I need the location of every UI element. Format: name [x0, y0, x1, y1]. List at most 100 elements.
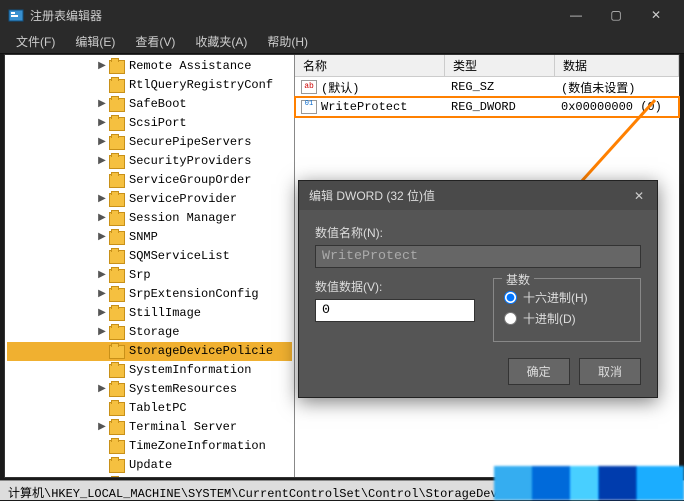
menu-view[interactable]: 查看(V)	[125, 30, 185, 53]
folder-icon	[109, 155, 125, 169]
tree-item[interactable]: ▶ SNMP	[7, 228, 292, 247]
expand-icon[interactable]: ▶	[95, 190, 109, 209]
expand-icon[interactable]: ▶	[95, 209, 109, 228]
value-name-label: 数值名称(N):	[315, 224, 641, 241]
tree-item-label: usbflags	[129, 475, 187, 477]
tree-item[interactable]: TabletPC	[7, 399, 292, 418]
tree-item[interactable]: ▶ Srp	[7, 266, 292, 285]
radix-dec-option[interactable]: 十进制(D)	[504, 310, 630, 327]
folder-icon	[109, 307, 125, 321]
tree-item-label: SecurePipeServers	[129, 133, 251, 152]
tree-item-label: ServiceProvider	[129, 190, 237, 209]
expand-icon[interactable]: ▶	[95, 114, 109, 133]
folder-icon	[109, 136, 125, 150]
maximize-button[interactable]: ▢	[596, 0, 636, 30]
expand-icon[interactable]: ▶	[95, 323, 109, 342]
tree-item[interactable]: ▶ ServiceProvider	[7, 190, 292, 209]
tree-item[interactable]: ▶ SecurePipeServers	[7, 133, 292, 152]
value-type-icon: ab	[301, 80, 317, 94]
tree-item[interactable]: TimeZoneInformation	[7, 437, 292, 456]
expand-icon[interactable]: ▶	[95, 266, 109, 285]
value-data-field[interactable]	[315, 299, 475, 322]
menu-favorites[interactable]: 收藏夹(A)	[185, 30, 257, 53]
tree-item-label: SafeBoot	[129, 95, 187, 114]
minimize-button[interactable]: —	[556, 0, 596, 30]
tree-item-label: Remote Assistance	[129, 57, 251, 76]
tree-item[interactable]: ▶ usbflags	[7, 475, 292, 477]
tree-item[interactable]: SQMServiceList	[7, 247, 292, 266]
app-icon	[8, 7, 24, 23]
tree-item[interactable]: ▶ScsiPort	[7, 114, 292, 133]
tree-pane: ▶Remote AssistanceRtlQueryRegistryConf▶S…	[5, 55, 295, 477]
expand-icon[interactable]: ▶	[95, 228, 109, 247]
tree-item-label: TimeZoneInformation	[129, 437, 266, 456]
expand-icon[interactable]: ▶	[95, 152, 109, 171]
tree-item-label: SNMP	[129, 228, 158, 247]
menu-help[interactable]: 帮助(H)	[257, 30, 318, 53]
cancel-button[interactable]: 取消	[579, 358, 641, 385]
menu-edit[interactable]: 编辑(E)	[65, 30, 125, 53]
tree-item[interactable]: ServiceGroupOrder	[7, 171, 292, 190]
list-row[interactable]: 01WriteProtectREG_DWORD0x00000000 (0)	[295, 97, 679, 117]
tree-item-label: Update	[129, 456, 172, 475]
col-header-data[interactable]: 数据	[555, 55, 679, 76]
window-title: 注册表编辑器	[30, 7, 556, 24]
ok-button[interactable]: 确定	[508, 358, 570, 385]
value-data: 0x00000000 (0)	[555, 99, 679, 115]
expand-icon[interactable]: ▶	[95, 475, 109, 477]
col-header-type[interactable]: 类型	[445, 55, 555, 76]
tree-item-label: ServiceGroupOrder	[129, 171, 251, 190]
tree-item[interactable]: ▶ SrpExtensionConfig	[7, 285, 292, 304]
folder-icon	[109, 98, 125, 112]
tree-item[interactable]: ▶ SafeBoot	[7, 95, 292, 114]
tree-item-label: SystemResources	[129, 380, 237, 399]
expand-icon[interactable]: ▶	[95, 285, 109, 304]
tree-item[interactable]: Update	[7, 456, 292, 475]
folder-icon	[109, 402, 125, 416]
tree-item[interactable]: ▶Session Manager	[7, 209, 292, 228]
folder-icon	[109, 345, 125, 359]
tree-item[interactable]: ▶Storage	[7, 323, 292, 342]
radix-hex-radio[interactable]	[504, 291, 517, 304]
menu-file[interactable]: 文件(F)	[6, 30, 65, 53]
value-name: (默认)	[321, 79, 359, 96]
radix-hex-option[interactable]: 十六进制(H)	[504, 289, 630, 306]
folder-icon	[109, 326, 125, 340]
tree-item-label: Srp	[129, 266, 151, 285]
menubar: 文件(F) 编辑(E) 查看(V) 收藏夹(A) 帮助(H)	[0, 30, 684, 54]
folder-icon	[109, 231, 125, 245]
expand-icon[interactable]: ▶	[95, 380, 109, 399]
tree-item-label: SrpExtensionConfig	[129, 285, 259, 304]
expand-icon[interactable]: ▶	[95, 304, 109, 323]
radix-dec-radio[interactable]	[504, 312, 517, 325]
censored-region	[494, 466, 684, 500]
folder-icon	[109, 212, 125, 226]
tree-item-label: RtlQueryRegistryConf	[129, 76, 273, 95]
expand-icon[interactable]: ▶	[95, 95, 109, 114]
radix-group: 基数 十六进制(H) 十进制(D)	[493, 278, 641, 342]
dialog-titlebar[interactable]: 编辑 DWORD (32 位)值 ✕	[299, 181, 657, 210]
radix-legend: 基数	[502, 271, 534, 288]
tree-item-label: SystemInformation	[129, 361, 251, 380]
folder-icon	[109, 383, 125, 397]
tree-item[interactable]: SystemInformation	[7, 361, 292, 380]
tree-item[interactable]: ▶ SystemResources	[7, 380, 292, 399]
folder-icon	[109, 364, 125, 378]
list-row[interactable]: ab(默认)REG_SZ(数值未设置)	[295, 77, 679, 97]
dialog-close-icon[interactable]: ✕	[631, 189, 647, 203]
expand-icon[interactable]: ▶	[95, 133, 109, 152]
folder-icon	[109, 459, 125, 473]
tree-item[interactable]: ▶ Terminal Server	[7, 418, 292, 437]
tree-item[interactable]: RtlQueryRegistryConf	[7, 76, 292, 95]
tree-item[interactable]: ▶ Remote Assistance	[7, 57, 292, 76]
col-header-name[interactable]: 名称	[295, 55, 445, 76]
close-button[interactable]: ✕	[636, 0, 676, 30]
expand-icon[interactable]: ▶	[95, 418, 109, 437]
expand-icon[interactable]: ▶	[95, 57, 109, 76]
list-header: 名称 类型 数据	[295, 55, 679, 77]
tree-item[interactable]: ▶SecurityProviders	[7, 152, 292, 171]
tree-item-label: Terminal Server	[129, 418, 237, 437]
dialog-title-text: 编辑 DWORD (32 位)值	[309, 187, 631, 204]
tree-item[interactable]: ▶StillImage	[7, 304, 292, 323]
tree-item[interactable]: StorageDevicePolicie	[7, 342, 292, 361]
